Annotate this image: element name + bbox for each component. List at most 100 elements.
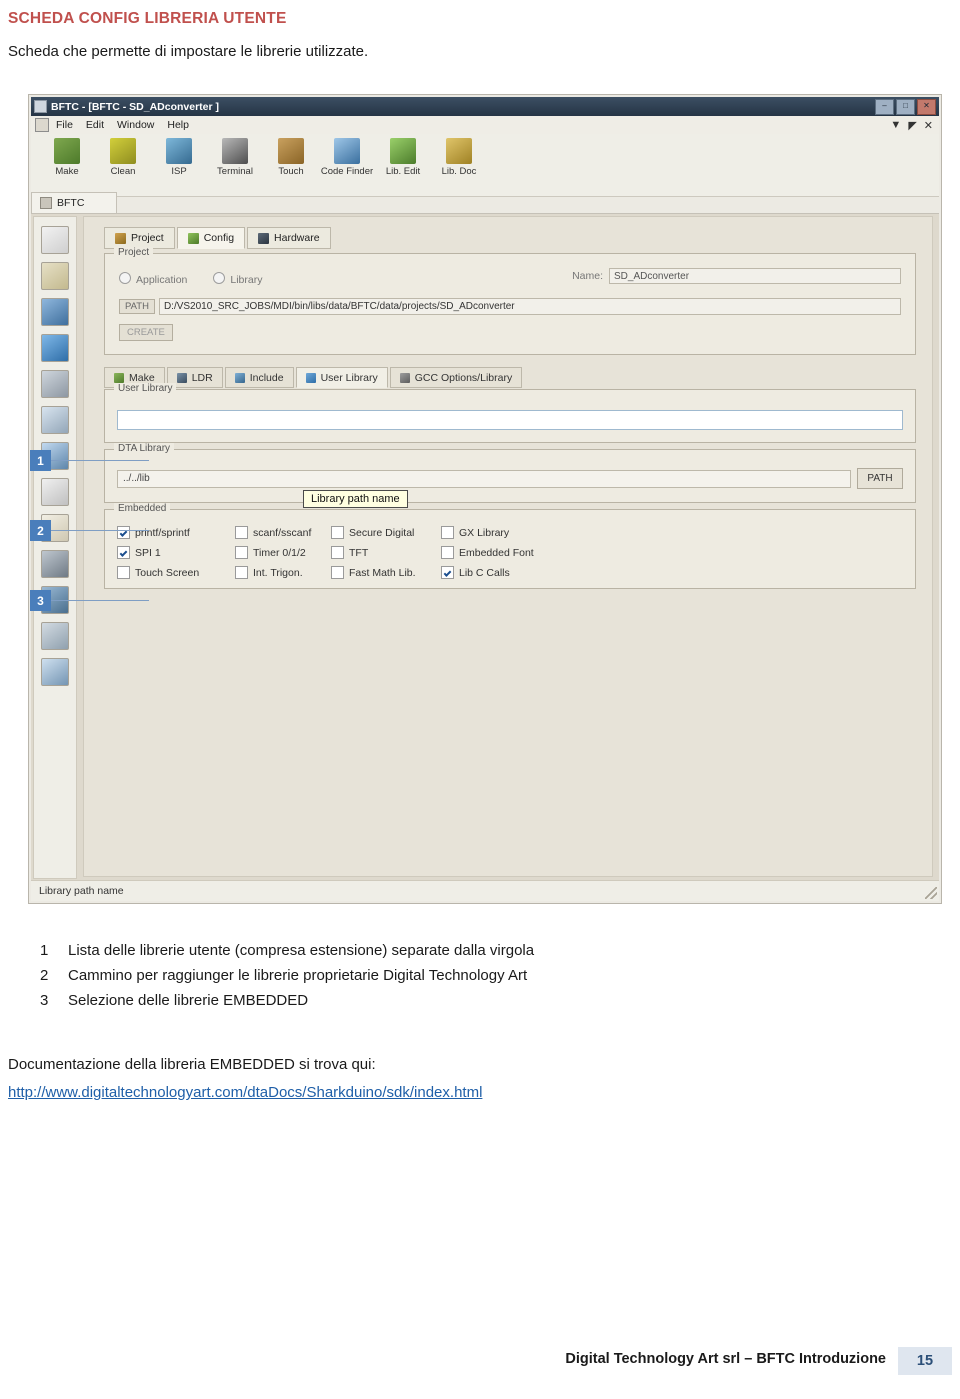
checkbox-icon	[441, 526, 454, 539]
wrench-icon[interactable]	[41, 478, 69, 506]
legend-item-3: 3 Selezione delle librerie EMBEDDED	[40, 988, 740, 1013]
panel-tabs: Project Config Hardware	[104, 227, 331, 249]
dta-path-button[interactable]: PATH	[857, 468, 903, 489]
save-as-icon[interactable]	[41, 370, 69, 398]
checkbox-fast-math-lib[interactable]: Fast Math Lib.	[331, 566, 441, 579]
toolbar-label: Touch	[278, 166, 304, 177]
checkbox-label: Secure Digital	[349, 526, 415, 539]
page-footer: Digital Technology Art srl – BFTC Introd…	[0, 1347, 960, 1377]
subtab-label: LDR	[191, 371, 213, 384]
user-library-input[interactable]	[117, 410, 903, 430]
print-icon[interactable]	[41, 406, 69, 434]
toolbar-button-make[interactable]: Make	[39, 138, 95, 177]
legend-number: 2	[40, 967, 49, 984]
tooltip-library-path-name: Library path name	[303, 490, 408, 508]
project-icon	[115, 232, 126, 244]
application-window: BFTC - [BFTC - SD_ADconverter ] – □ ✕ Fi…	[28, 94, 942, 904]
create-button[interactable]: CREATE	[119, 324, 173, 341]
project-name-label: Name:	[572, 270, 603, 282]
project-path-field[interactable]: D:/VS2010_SRC_JOBS/MDI/bin/libs/data/BFT…	[158, 298, 901, 315]
cut-icon[interactable]	[41, 298, 69, 326]
radio-icon	[213, 272, 226, 284]
radio-library[interactable]: Library	[213, 272, 262, 286]
close-button[interactable]: ✕	[917, 98, 936, 115]
restore-icon[interactable]: ◤	[908, 119, 916, 132]
checkbox-spi-1[interactable]: SPI 1	[117, 546, 235, 559]
menu-help[interactable]: Help	[167, 119, 189, 131]
embedded-checkbox-grid: printf/sprintf scanf/sscanf Secure Digit…	[117, 526, 903, 579]
checkbox-secure-digital[interactable]: Secure Digital	[331, 526, 441, 539]
new-file-icon[interactable]	[41, 226, 69, 254]
menu-file[interactable]: File	[56, 119, 73, 131]
documentation-link-wrap: http://www.digitaltechnologyart.com/dtaD…	[8, 1084, 482, 1101]
checkbox-gx-library[interactable]: GX Library	[441, 526, 571, 539]
maximize-button[interactable]: □	[896, 98, 915, 115]
tab-hardware[interactable]: Hardware	[247, 227, 331, 249]
subtab-user-library[interactable]: User Library	[295, 367, 388, 388]
dta-library-field[interactable]: ../../lib	[117, 469, 851, 488]
document-tab-bftc[interactable]: BFTC	[31, 192, 117, 213]
export-icon[interactable]	[41, 658, 69, 686]
lib-edit-icon	[390, 138, 416, 164]
project-path-row: PATH D:/VS2010_SRC_JOBS/MDI/bin/libs/dat…	[119, 298, 901, 315]
legend-text: Selezione delle librerie EMBEDDED	[68, 992, 309, 1009]
left-toolstrip	[33, 216, 77, 879]
open-folder-icon[interactable]	[41, 262, 69, 290]
checkbox-label: Timer 0/1/2	[253, 546, 306, 559]
resize-grip[interactable]	[925, 887, 937, 899]
toolbar-button-lib-edit[interactable]: Lib. Edit	[375, 138, 431, 177]
minimize-button[interactable]: –	[875, 98, 894, 115]
checkbox-timer-012[interactable]: Timer 0/1/2	[235, 546, 331, 559]
leader-line-3	[51, 600, 149, 601]
dta-library-group: DTA Library ../../lib PATH	[104, 443, 916, 503]
toolbar-button-isp[interactable]: ISP	[151, 138, 207, 177]
close-child-icon[interactable]: ✕	[924, 119, 933, 132]
menu-edit[interactable]: Edit	[86, 119, 104, 131]
tab-project[interactable]: Project	[104, 227, 175, 249]
app-icon	[34, 100, 47, 113]
subtab-include[interactable]: Include	[224, 367, 294, 388]
document-icon	[40, 197, 52, 209]
checkbox-int-trigon[interactable]: Int. Trigon.	[235, 566, 331, 579]
checkbox-icon	[117, 566, 130, 579]
menu-window[interactable]: Window	[117, 119, 154, 131]
toolbar-button-terminal[interactable]: Terminal	[207, 138, 263, 177]
checkbox-lib-c-calls[interactable]: Lib C Calls	[441, 566, 571, 579]
statusbar-text: Library path name	[39, 885, 124, 897]
clean-icon	[110, 138, 136, 164]
user-library-group: User Library	[104, 383, 916, 443]
checkbox-icon	[441, 546, 454, 559]
radio-application[interactable]: Application	[119, 272, 187, 286]
radio-label: Application	[136, 274, 188, 286]
tab-config[interactable]: Config	[176, 227, 246, 249]
leader-line-2	[51, 530, 149, 531]
toolbar-button-touch[interactable]: Touch	[263, 138, 319, 177]
project-type-radios: Application Library	[119, 272, 262, 286]
toolbar-button-clean[interactable]: Clean	[95, 138, 151, 177]
camera-icon[interactable]	[41, 622, 69, 650]
toolbar-label: Lib. Doc	[441, 166, 477, 177]
toolbar-button-lib-doc[interactable]: Lib. Doc	[431, 138, 487, 177]
project-name-field[interactable]: SD_ADconverter	[609, 268, 901, 284]
checkbox-scanf-sscanf[interactable]: scanf/sscanf	[235, 526, 331, 539]
checkbox-icon	[117, 546, 130, 559]
tab-label: Project	[131, 232, 164, 244]
checkbox-touch-screen[interactable]: Touch Screen	[117, 566, 235, 579]
checkbox-embedded-font[interactable]: Embedded Font	[441, 546, 571, 559]
project-group-legend: Project	[114, 247, 154, 258]
documentation-link[interactable]: http://www.digitaltechnologyart.com/dtaD…	[8, 1084, 482, 1101]
footer-text: Digital Technology Art srl – BFTC Introd…	[565, 1351, 886, 1367]
toolbar-button-code-finder[interactable]: Code Finder	[319, 138, 375, 177]
subtab-gcc-options[interactable]: GCC Options/Library	[389, 367, 523, 388]
subtab-label: Include	[249, 371, 284, 384]
terminal-icon	[222, 138, 248, 164]
checkbox-icon	[235, 526, 248, 539]
paste-icon[interactable]	[41, 550, 69, 578]
checkbox-tft[interactable]: TFT	[331, 546, 441, 559]
checkbox-printf-sprintf[interactable]: printf/sprintf	[117, 526, 235, 539]
chevron-down-icon[interactable]: ▼	[890, 119, 901, 132]
leader-line-1	[51, 460, 149, 461]
checkbox-label: scanf/sscanf	[253, 526, 312, 539]
save-icon[interactable]	[41, 334, 69, 362]
checkbox-icon	[117, 526, 130, 539]
